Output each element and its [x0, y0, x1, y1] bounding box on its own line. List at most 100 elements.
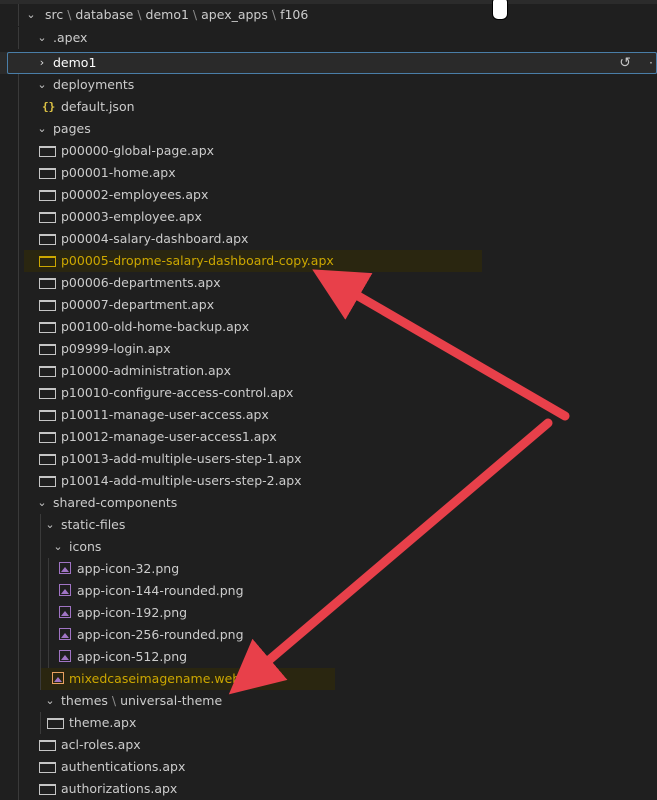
- tree-row-apex-folder[interactable]: ⌄ .apex: [0, 27, 657, 49]
- tree-row-static-files[interactable]: ⌄ static-files: [0, 514, 657, 536]
- indent-guide: [40, 712, 41, 734]
- indent-guide: [18, 404, 19, 426]
- chevron-down-icon[interactable]: ⌄: [36, 492, 48, 514]
- chevron-right-icon[interactable]: ›: [36, 52, 48, 74]
- indent-guide: [18, 96, 19, 118]
- breadcrumb-database[interactable]: database: [75, 7, 133, 22]
- tree-row-page-file[interactable]: acl-roles.apx: [0, 734, 657, 756]
- tree-row-icons-folder[interactable]: ⌄ icons: [0, 536, 657, 558]
- indent-guide: [18, 734, 19, 756]
- tree-row-deployments[interactable]: ⌄ deployments: [0, 74, 657, 96]
- page-file-icon: [39, 762, 56, 773]
- page-file-icon: [39, 278, 56, 289]
- page-file-icon: [39, 432, 56, 443]
- tree-row-page-file[interactable]: p10000-administration.apx: [0, 360, 657, 382]
- tree-row-page-file[interactable]: p00000-global-page.apx: [0, 140, 657, 162]
- page-file-icon: [39, 784, 56, 795]
- breadcrumb: src \ database \ demo1 \ apex_apps \ f10…: [45, 7, 309, 22]
- file-label: app-icon-256-rounded.png: [77, 627, 244, 642]
- tree-row-page-file[interactable]: p00004-salary-dashboard.apx: [0, 228, 657, 250]
- chevron-down-icon[interactable]: ⌄: [44, 514, 56, 536]
- file-label: p10013-add-multiple-users-step-1.apx: [61, 451, 302, 466]
- indent-guide: [40, 580, 41, 602]
- indent-guide: [18, 4, 19, 26]
- indent-guide: [40, 514, 41, 536]
- image-file-icon: [59, 628, 71, 640]
- chevron-down-icon[interactable]: ⌄: [25, 4, 37, 26]
- chevron-down-icon[interactable]: ⌄: [36, 74, 48, 96]
- tree-row-page-file[interactable]: p09999-login.apx: [0, 338, 657, 360]
- indent-guide: [18, 426, 19, 448]
- indent-guide: [40, 536, 41, 558]
- file-label: theme.apx: [69, 715, 137, 730]
- file-label: p00001-home.apx: [61, 165, 176, 180]
- file-label: p10000-administration.apx: [61, 363, 231, 378]
- file-label: authentications.apx: [61, 759, 186, 774]
- tree-row-breadcrumb[interactable]: ⌄ src \ database \ demo1 \ apex_apps \ f…: [0, 4, 657, 26]
- folder-label-demo1: demo1: [53, 55, 97, 70]
- indent-guide: [48, 602, 49, 624]
- tree-row-page-file[interactable]: p10014-add-multiple-users-step-2.apx: [0, 470, 657, 492]
- folder-label-deployments: deployments: [53, 77, 135, 92]
- indent-guide: [40, 558, 41, 580]
- chevron-down-icon[interactable]: ⌄: [44, 690, 56, 712]
- tree-row-page-file[interactable]: p00006-departments.apx: [0, 272, 657, 294]
- indent-guide: [18, 778, 19, 800]
- tree-row-page-file[interactable]: p00100-old-home-backup.apx: [0, 316, 657, 338]
- folder-label-themes[interactable]: themes: [61, 693, 108, 708]
- tree-row-image-file[interactable]: app-icon-192.png: [0, 602, 657, 624]
- indent-guide: [18, 250, 19, 272]
- breadcrumb-apex-apps[interactable]: apex_apps: [201, 7, 268, 22]
- chevron-down-icon[interactable]: ⌄: [36, 27, 48, 49]
- breadcrumb-f106[interactable]: f106: [280, 7, 308, 22]
- breadcrumb-demo1[interactable]: demo1: [146, 7, 189, 22]
- tree-row-theme-file[interactable]: theme.apx: [0, 712, 657, 734]
- tree-row-demo1[interactable]: › demo1 ↺ ·: [0, 52, 657, 74]
- file-label: p00007-department.apx: [61, 297, 215, 312]
- indent-guide: [18, 206, 19, 228]
- file-label: app-icon-32.png: [77, 561, 180, 576]
- tree-row-default-json[interactable]: {} default.json: [0, 96, 657, 118]
- tree-row-themes[interactable]: ⌄ themes \ universal-theme: [0, 690, 657, 712]
- indent-guide: [18, 162, 19, 184]
- folder-label-shared-components: shared-components: [53, 495, 178, 510]
- indent-guide: [18, 470, 19, 492]
- tree-row-page-file-highlighted[interactable]: p00005-dropme-salary-dashboard-copy.apx: [0, 250, 657, 272]
- tree-row-page-file[interactable]: p10013-add-multiple-users-step-1.apx: [0, 448, 657, 470]
- tree-row-page-file[interactable]: p00003-employee.apx: [0, 206, 657, 228]
- tree-row-page-file[interactable]: authentications.apx: [0, 756, 657, 778]
- folder-label-universal-theme[interactable]: universal-theme: [120, 693, 222, 708]
- image-file-icon: [52, 672, 64, 684]
- chevron-down-icon[interactable]: ⌄: [52, 536, 64, 558]
- tree-row-image-file[interactable]: app-icon-256-rounded.png: [0, 624, 657, 646]
- file-label: p00004-salary-dashboard.apx: [61, 231, 249, 246]
- tree-row-page-file[interactable]: p10010-configure-access-control.apx: [0, 382, 657, 404]
- tree-row-page-file[interactable]: p10011-manage-user-access.apx: [0, 404, 657, 426]
- indent-guide: [18, 602, 19, 624]
- indent-guide: [18, 228, 19, 250]
- undo-icon[interactable]: ↺: [619, 52, 631, 74]
- tree-row-page-file[interactable]: p10012-manage-user-access1.apx: [0, 426, 657, 448]
- tree-row-page-file[interactable]: authorizations.apx: [0, 778, 657, 800]
- file-label: p00003-employee.apx: [61, 209, 202, 224]
- page-file-icon: [39, 476, 56, 487]
- chevron-down-icon[interactable]: ⌄: [36, 118, 48, 140]
- tree-row-page-file[interactable]: p00002-employees.apx: [0, 184, 657, 206]
- indent-guide: [18, 514, 19, 536]
- more-icon[interactable]: ·: [649, 52, 653, 74]
- tree-row-page-file[interactable]: p00001-home.apx: [0, 162, 657, 184]
- tree-row-image-file[interactable]: app-icon-512.png: [0, 646, 657, 668]
- tree-row-image-file[interactable]: app-icon-144-rounded.png: [0, 580, 657, 602]
- tree-row-pages[interactable]: ⌄ pages: [0, 118, 657, 140]
- tree-row-image-file[interactable]: app-icon-32.png: [0, 558, 657, 580]
- breadcrumb-src[interactable]: src: [45, 7, 63, 22]
- tree-row-page-file[interactable]: p00007-department.apx: [0, 294, 657, 316]
- file-label: p00002-employees.apx: [61, 187, 209, 202]
- indent-guide: [18, 712, 19, 734]
- tree-row-webp-file-highlighted[interactable]: mixedcaseimagename.webp: [0, 668, 657, 690]
- page-file-icon: [39, 168, 56, 179]
- tree-row-shared-components[interactable]: ⌄ shared-components: [0, 492, 657, 514]
- indent-guide: [18, 316, 19, 338]
- folder-label-pages: pages: [53, 121, 91, 136]
- indent-guide: [48, 558, 49, 580]
